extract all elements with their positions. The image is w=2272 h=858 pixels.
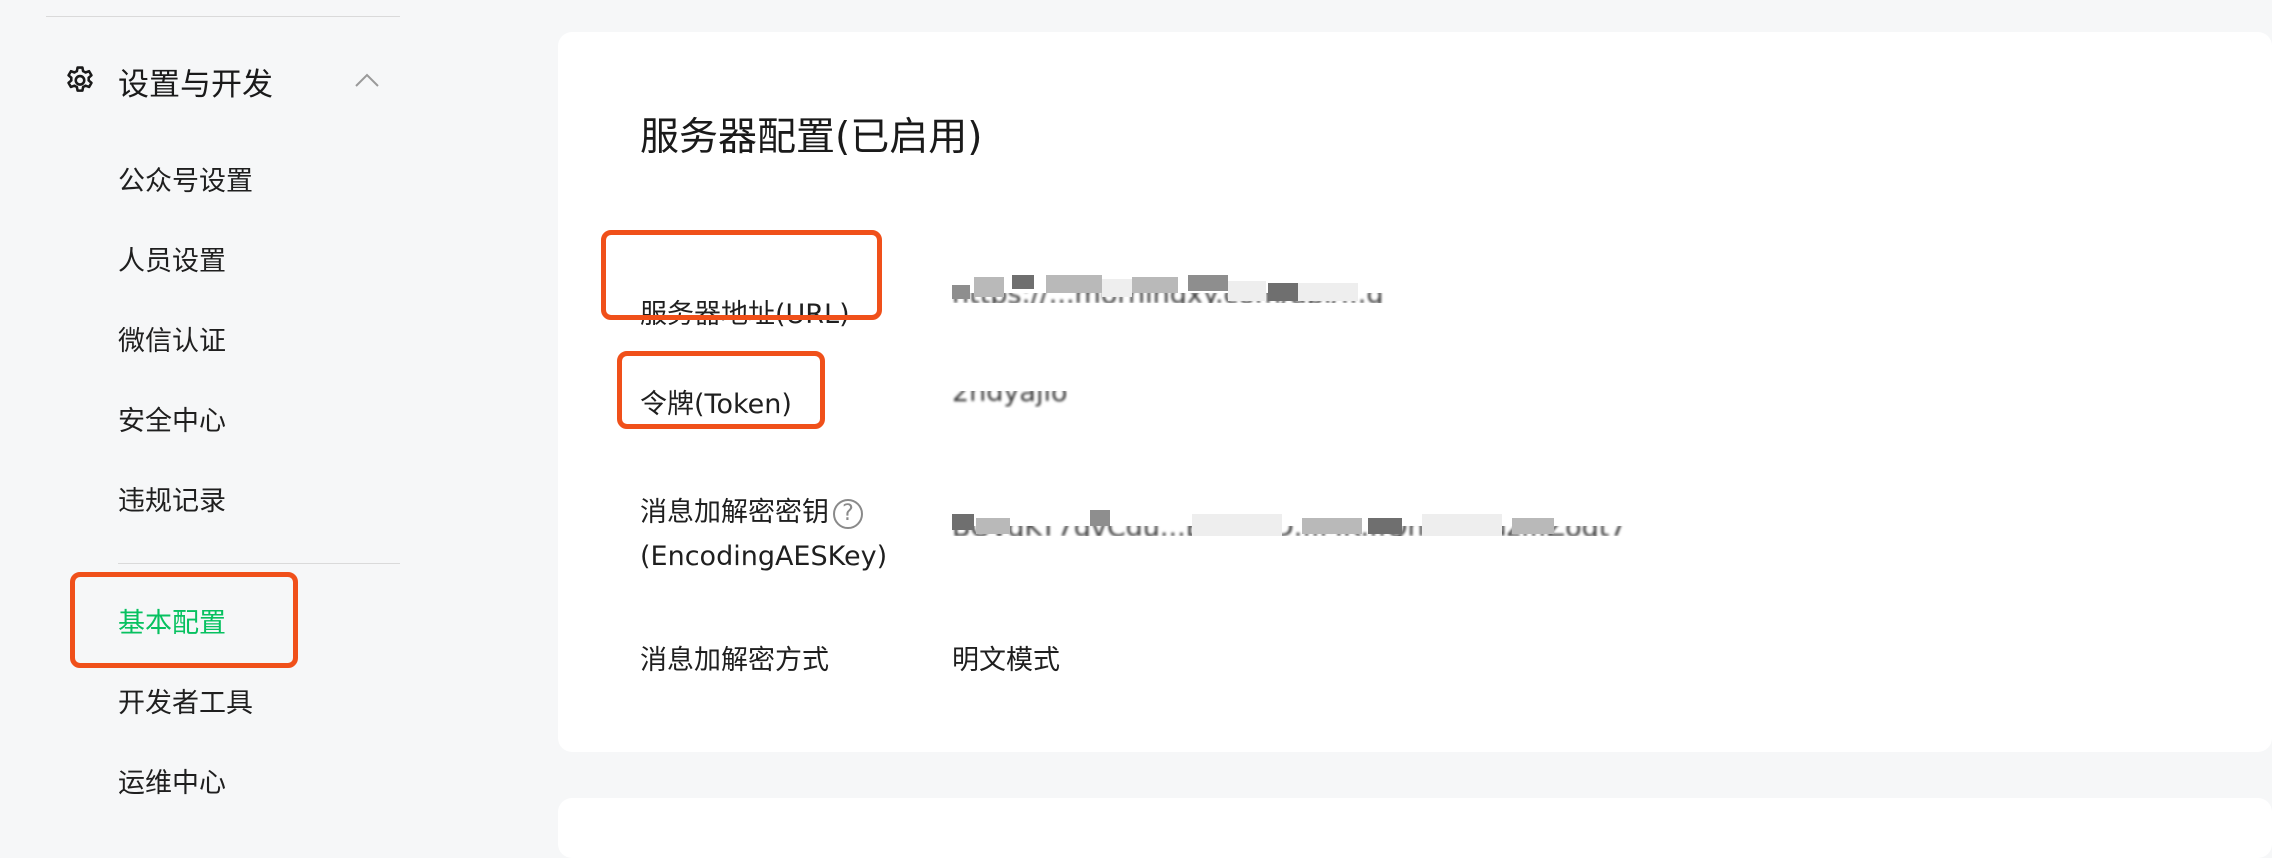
question-circle-icon[interactable]: ? <box>833 498 863 529</box>
sidebar-item-staff-settings[interactable]: 人员设置 <box>118 244 226 280</box>
token-value: 2hdyajlo <box>952 389 1068 408</box>
section-title: 设置与开发 <box>118 66 273 103</box>
divider <box>118 563 400 564</box>
aes-key-label-line1: 消息加解密密钥 <box>640 497 829 528</box>
sidebar-item-ops-center[interactable]: 运维中心 <box>118 766 226 802</box>
server-url-value: https://...morningxy.com/api/...g <box>952 275 1422 303</box>
token-label: 令牌(Token) <box>640 389 792 420</box>
sidebar-item-violation-records[interactable]: 违规记录 <box>118 484 226 520</box>
server-url-label: 服务器地址(URL) <box>640 299 850 330</box>
sidebar-item-basic-config[interactable]: 基本配置 <box>118 606 226 642</box>
chevron-up-icon[interactable] <box>350 64 384 98</box>
sidebar-item-account-settings[interactable]: 公众号设置 <box>118 164 253 200</box>
sidebar-item-security-center[interactable]: 安全中心 <box>118 404 226 440</box>
divider <box>46 16 400 17</box>
settings-section-header[interactable]: 设置与开发 <box>62 52 392 110</box>
gear-icon <box>62 63 98 99</box>
page-title: 服务器配置(已启用) <box>640 115 983 160</box>
server-config-card: 服务器配置(已启用) 服务器地址(URL) https://...morning… <box>558 32 2272 752</box>
sidebar-item-wechat-verification[interactable]: 微信认证 <box>118 324 226 360</box>
sidebar-nav: 设置与开发 公众号设置 人员设置 微信认证 安全中心 违规记录 基本配置 开发者… <box>0 0 420 824</box>
sidebar-item-developer-tools[interactable]: 开发者工具 <box>118 686 253 722</box>
encryption-mode-label: 消息加解密方式 <box>640 645 829 676</box>
aes-key-label: 消息加解密密钥? <box>640 494 863 532</box>
aes-key-value: BOvqKT7gvCdu...BC...3iD...MK...QhE...wdz… <box>952 510 1627 536</box>
next-card <box>558 798 2272 858</box>
encryption-mode-value: 明文模式 <box>952 645 1060 676</box>
aes-key-label-line2: (EncodingAESKey) <box>640 541 888 572</box>
